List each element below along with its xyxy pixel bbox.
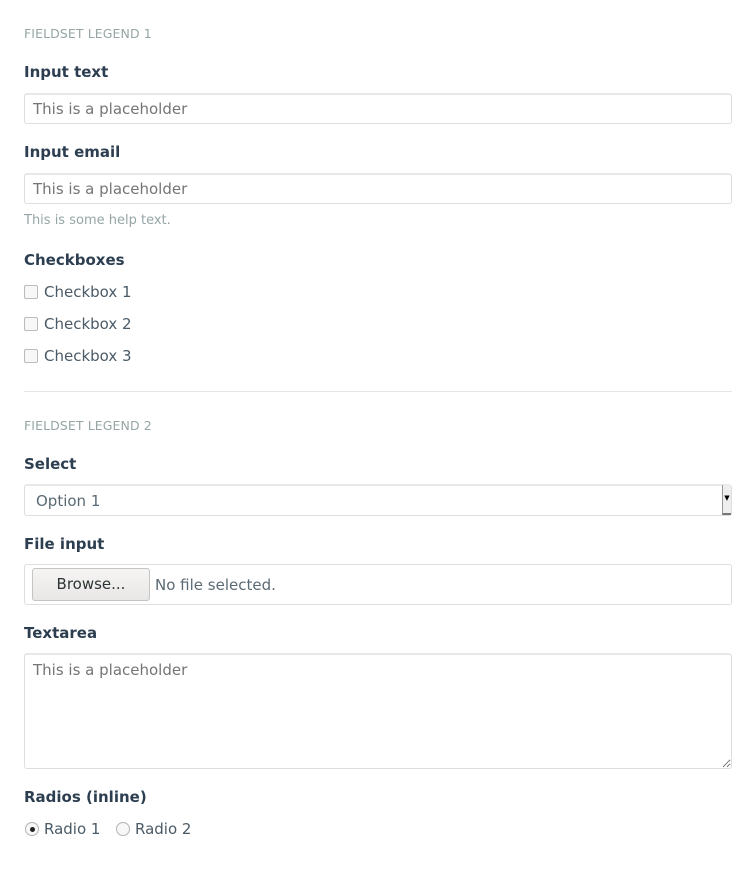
radio-2-label[interactable]: Radio 2 [135,820,191,838]
select-value: Option 1 [36,492,101,510]
file-input[interactable]: Browse... No file selected. [24,564,732,605]
browse-button[interactable]: Browse... [32,568,150,601]
checkbox-2-label[interactable]: Checkbox 2 [44,315,132,333]
checkbox-1[interactable] [24,285,38,299]
radios-label: Radios (inline) [24,788,147,806]
checkbox-1-label[interactable]: Checkbox 1 [44,283,132,301]
checkbox-3[interactable] [24,349,38,363]
chevron-down-icon[interactable]: ▼ [722,485,731,515]
radio-selected-dot [30,827,35,832]
input-text-label: Input text [24,63,109,81]
input-email-label: Input email [24,143,121,161]
radio-1-label[interactable]: Radio 1 [44,820,100,838]
select-label: Select [24,455,77,473]
file-input-label: File input [24,535,105,553]
textarea-label: Textarea [24,624,98,642]
fieldset-divider [24,391,732,392]
radio-1[interactable] [25,822,39,836]
checkboxes-label: Checkboxes [24,251,125,269]
input-text-field[interactable] [24,93,732,124]
checkbox-3-label[interactable]: Checkbox 3 [44,347,132,365]
select-field[interactable]: Option 1 ▼ [24,484,732,516]
textarea-field[interactable] [24,653,732,769]
checkbox-2[interactable] [24,317,38,331]
radio-2[interactable] [116,822,130,836]
fieldset-legend-2: FIELDSET LEGEND 2 [24,418,152,433]
help-text: This is some help text. [24,213,171,228]
file-status: No file selected. [155,576,276,594]
input-email-field[interactable] [24,173,732,204]
fieldset-legend-1: FIELDSET LEGEND 1 [24,26,152,41]
